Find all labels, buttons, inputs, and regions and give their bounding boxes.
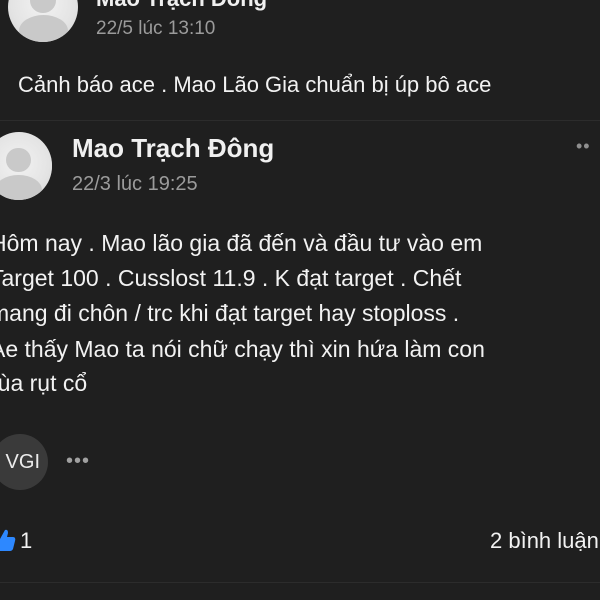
post-divider [0, 120, 600, 121]
post-text-line: Ae thấy Mao ta nói chữ chạy thì xin hứa … [0, 336, 485, 362]
post-timestamp[interactable]: 22/5 lúc 13:10 [96, 18, 215, 40]
post-text-line: Hôm nay . Mao lão gia đã đến và đầu tư v… [0, 230, 483, 256]
post-text-line: Target 100 . Cusslost 11.9 . K đạt targe… [0, 265, 462, 291]
avatar-head-shape [30, 0, 56, 13]
post-author[interactable]: Mao Trạch Đông [96, 0, 267, 12]
like-count[interactable]: 1 [20, 528, 32, 554]
more-horizontal-icon[interactable]: ••• [66, 450, 90, 473]
stock-tag-label: VGI [5, 450, 40, 473]
stock-tag-chip[interactable]: VGI [0, 434, 48, 490]
post-author[interactable]: Mao Trạch Đông [72, 133, 274, 164]
avatar-body-shape [18, 15, 68, 42]
thumbs-up-icon[interactable] [0, 528, 16, 552]
avatar-body-shape [0, 174, 42, 200]
post-text-line: rùa rụt cổ [0, 370, 88, 396]
avatar-head-shape [6, 147, 31, 172]
more-options-icon[interactable]: •• [576, 136, 591, 157]
post-text-line: mang đi chôn / trc khi đạt target hay st… [0, 300, 460, 326]
comment-count[interactable]: 2 bình luận [490, 528, 599, 554]
avatar[interactable] [8, 0, 78, 42]
action-divider [0, 582, 600, 583]
post-timestamp[interactable]: 22/3 lúc 19:25 [72, 173, 198, 196]
post-text: Cảnh báo ace . Mao Lão Gia chuẩn bị úp b… [18, 72, 492, 97]
